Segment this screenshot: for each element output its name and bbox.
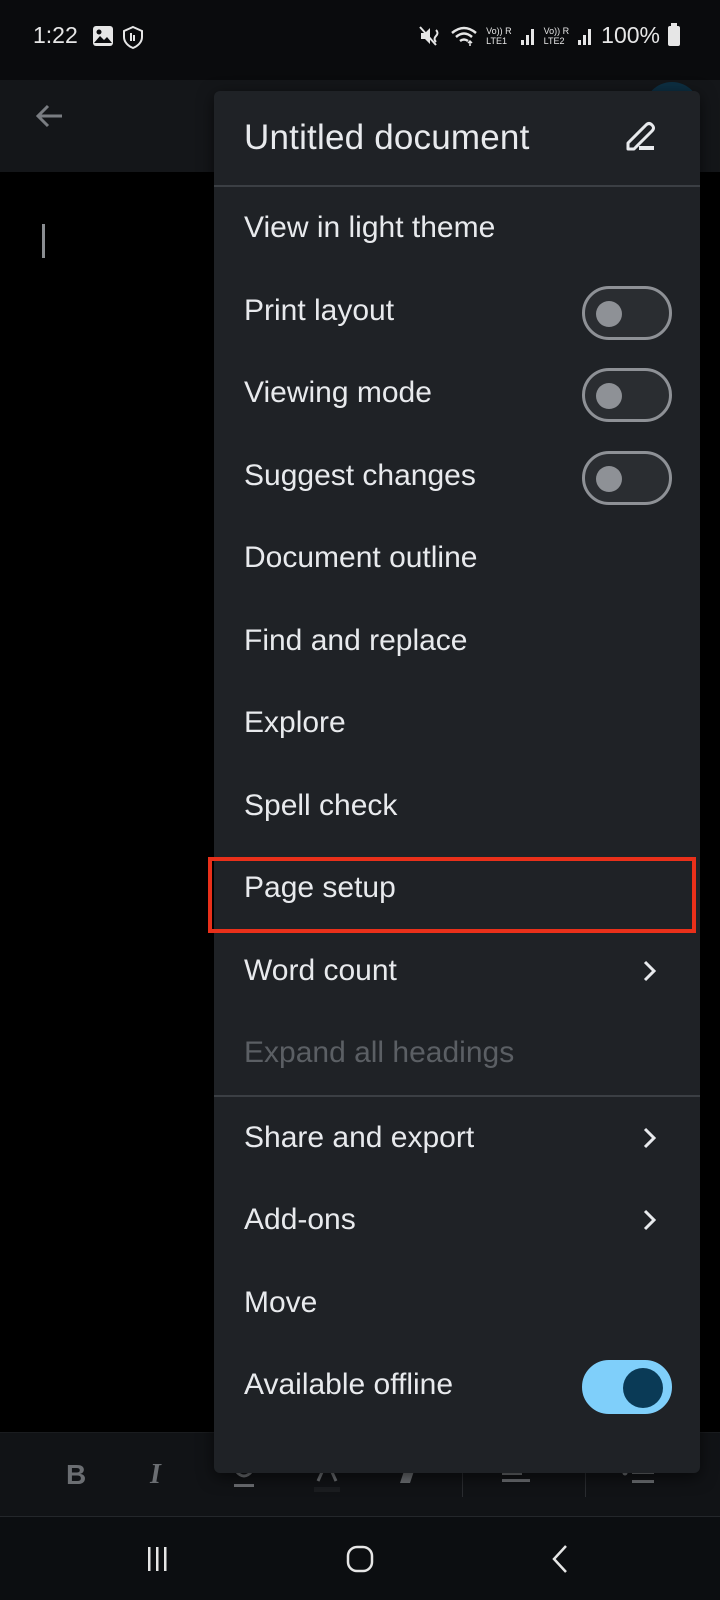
suggest-changes-toggle[interactable] (582, 450, 672, 505)
signal-lte1-icon: Vo)) R LTE1 (486, 25, 512, 46)
menu-item-move[interactable]: Move (214, 1262, 700, 1345)
back-button[interactable] (540, 1539, 580, 1579)
text-cursor (42, 224, 45, 258)
menu-header: Untitled document (214, 91, 700, 187)
available-offline-toggle[interactable] (582, 1360, 672, 1414)
menu-item-suggest-changes[interactable]: Suggest changes (214, 435, 700, 518)
menu-item-expand-headings: Expand all headings (244, 1036, 515, 1070)
chevron-right-icon (643, 960, 657, 981)
menu-item-available-offline[interactable]: Available offline (214, 1344, 700, 1427)
signal-lte2-icon: Vo)) R LTE2 (543, 25, 570, 46)
pencil-icon[interactable] (620, 119, 660, 159)
chevron-right-icon (643, 1209, 657, 1231)
back-icon (552, 1545, 567, 1573)
status-time: 1:22 (33, 22, 78, 48)
menu-item-page-setup[interactable]: Page setup (214, 847, 700, 930)
recent-apps-button[interactable] (138, 1539, 178, 1579)
shield-touch-icon (123, 25, 143, 49)
home-button[interactable] (340, 1539, 380, 1579)
menu-item-document-outline[interactable]: Document outline (214, 517, 700, 600)
menu-item-share-export[interactable]: Share and export (214, 1097, 700, 1180)
battery-percent: 100% (601, 22, 660, 48)
status-bar: 1:22 Vo)) R LTE1 Vo)) R LTE2 100% (0, 0, 720, 80)
document-title: Untitled document (244, 118, 530, 157)
menu-item-explore[interactable]: Explore (214, 682, 700, 765)
home-icon (346, 1545, 374, 1573)
arrow-left-icon[interactable] (32, 98, 68, 134)
wifi-icon (451, 26, 477, 46)
battery-icon (668, 22, 680, 46)
chevron-right-icon (643, 1127, 657, 1148)
menu-item-find-replace[interactable]: Find and replace (214, 600, 700, 683)
menu-item-add-ons[interactable]: Add-ons (214, 1179, 700, 1262)
print-layout-toggle[interactable] (582, 285, 672, 340)
recent-apps-icon (148, 1547, 167, 1571)
italic-icon[interactable]: I (150, 1459, 161, 1491)
gallery-icon (93, 26, 113, 46)
menu-item-spell-check[interactable]: Spell check (214, 765, 700, 848)
viewing-mode-toggle[interactable] (582, 368, 672, 422)
overflow-menu: Untitled document View in light theme Pr… (214, 91, 700, 1473)
menu-item-word-count[interactable]: Word count (214, 930, 700, 1013)
menu-item-viewing-mode[interactable]: Viewing mode (214, 352, 700, 435)
system-nav-bar (0, 1516, 720, 1600)
mute-vibrate-icon (419, 25, 439, 46)
menu-item-print-layout[interactable]: Print layout (214, 270, 700, 353)
menu-item-view-light-theme[interactable]: View in light theme (214, 187, 700, 270)
bold-icon[interactable]: B (66, 1459, 86, 1491)
